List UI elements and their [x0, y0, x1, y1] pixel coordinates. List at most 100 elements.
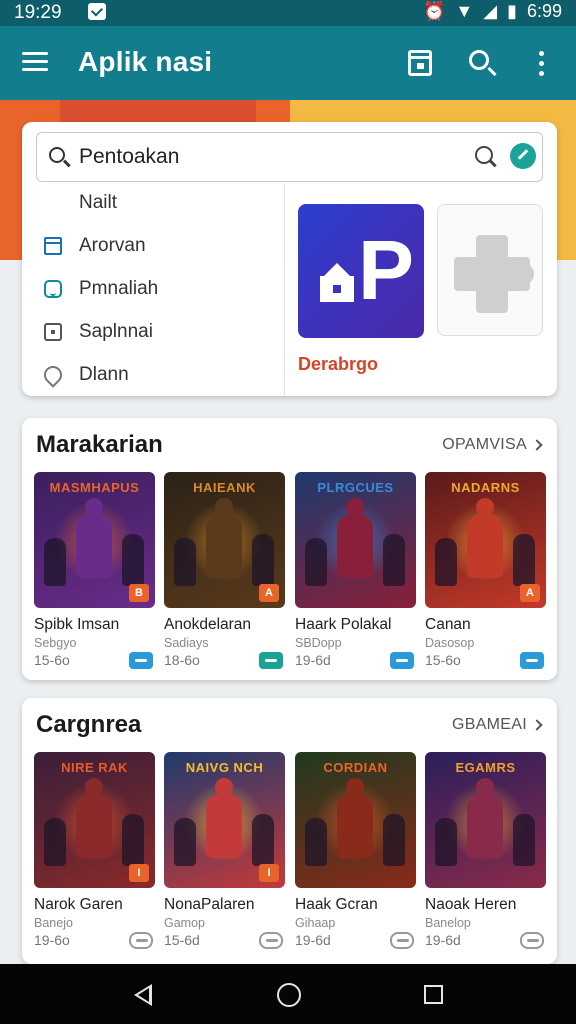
game-card[interactable]: NADARNS A Canan Dasosop 15-6o — [425, 472, 546, 670]
calendar-icon — [44, 237, 62, 255]
box-icon — [44, 323, 62, 341]
game-thumbnail[interactable]: PLRGCUES — [295, 472, 416, 608]
download-icon[interactable] — [259, 652, 283, 669]
download-icon[interactable] — [390, 652, 414, 669]
game-meta-text: 19-6d — [295, 932, 331, 948]
game-thumbnail[interactable]: EGAMRS — [425, 752, 546, 888]
game-meta-text: 19-6d — [425, 932, 461, 948]
game-name: Anokdelaran — [164, 616, 252, 633]
home-icon[interactable] — [277, 983, 301, 1007]
game-subtitle: Gamop — [164, 916, 205, 930]
rating-badge: I — [259, 864, 279, 882]
game-meta-text: 15-6o — [425, 652, 461, 668]
search-query[interactable]: Pentoakan — [79, 145, 179, 169]
enemy-figure — [513, 534, 535, 586]
suggestion-header: Nailt — [79, 192, 118, 213]
suggestion-item[interactable]: Saplnnai — [22, 315, 284, 358]
enemy-figure — [305, 538, 327, 586]
game-card[interactable]: NIRE RAK I Narok Garen Banejo 19-6o — [34, 752, 155, 950]
rating-badge: B — [129, 584, 149, 602]
enemy-figure — [435, 818, 457, 866]
featured-app-tile[interactable]: P — [298, 204, 424, 338]
location-pin-icon — [40, 362, 66, 388]
enemy-figure — [513, 814, 535, 866]
rating-badge: I — [129, 864, 149, 882]
game-thumbnail[interactable]: NAIVG NCH I — [164, 752, 285, 888]
section-title: Marakarian — [36, 431, 163, 458]
game-meta: 15-6o — [425, 652, 546, 670]
game-art-title: PLRGCUES — [317, 480, 394, 495]
section-see-all-link[interactable]: OPAMVISA — [442, 436, 543, 454]
download-icon[interactable] — [520, 652, 544, 669]
game-card[interactable]: NAIVG NCH I NonaPalaren Gamop 15-6d — [164, 752, 285, 950]
puzzle-placeholder-tile[interactable] — [437, 204, 543, 336]
hero-figure — [467, 498, 503, 578]
enemy-figure — [44, 538, 66, 586]
game-card[interactable]: EGAMRS Naoak Heren Banelop 19-6d — [425, 752, 546, 950]
download-icon[interactable] — [129, 652, 153, 669]
status-bar: 19:29 ⏰ ▼ ◢ ▮ 6:99 — [0, 0, 576, 26]
gamepad-icon[interactable] — [129, 932, 153, 949]
gamepad-icon[interactable] — [259, 932, 283, 949]
gamepad-icon[interactable] — [390, 932, 414, 949]
chevron-right-icon — [531, 719, 543, 731]
search-input[interactable]: Pentoakan — [36, 132, 543, 182]
game-name: Canan — [425, 616, 471, 633]
back-icon[interactable] — [134, 984, 152, 1006]
hamburger-menu-icon[interactable] — [22, 52, 48, 72]
voice-search-icon[interactable] — [510, 143, 536, 169]
game-card[interactable]: HAIEANK A Anokdelaran Sadiays 18-6o — [164, 472, 285, 670]
enemy-figure — [174, 538, 196, 586]
hero-figure — [337, 498, 373, 578]
section-cargnrea: Cargnrea GBAMEAI NIRE RAK I Narok Garen Ban… — [22, 698, 557, 964]
game-subtitle: Banejo — [34, 916, 73, 930]
hero-figure — [206, 498, 242, 578]
chat-icon — [44, 280, 62, 298]
app-title: Aplik nasi — [78, 46, 213, 77]
more-vert-icon[interactable] — [539, 51, 545, 77]
game-thumbnail[interactable]: HAIEANK A — [164, 472, 285, 608]
game-thumbnail[interactable]: CORDIAN — [295, 752, 416, 888]
game-thumbnail[interactable]: NIRE RAK I — [34, 752, 155, 888]
calendar-icon[interactable] — [408, 50, 432, 76]
gamepad-icon[interactable] — [520, 932, 544, 949]
game-art-title: NIRE RAK — [61, 760, 128, 775]
enemy-figure — [252, 814, 274, 866]
game-subtitle: Dasosop — [425, 636, 475, 650]
game-subtitle: Sadiays — [164, 636, 209, 650]
battery-icon: ▮ — [507, 1, 517, 21]
game-art-title: HAIEANK — [193, 480, 256, 495]
game-art-title: NAIVG NCH — [185, 760, 264, 775]
status-time: 19:29 — [14, 2, 62, 23]
house-icon — [320, 263, 354, 302]
game-name: Narok Garen — [34, 896, 123, 913]
game-subtitle: Gihaap — [295, 916, 336, 930]
suggestion-item[interactable]: Pmnaliah — [22, 272, 284, 315]
suggestion-item[interactable]: Dlann — [22, 358, 284, 401]
suggestion-item[interactable]: Arorvan — [22, 229, 284, 272]
chevron-right-icon — [531, 439, 543, 451]
search-icon[interactable] — [469, 50, 489, 70]
search-submit-icon[interactable] — [475, 146, 493, 164]
section-see-all-link[interactable]: GBAMEAI — [452, 716, 543, 734]
system-nav-bar — [0, 964, 576, 1024]
section-title: Cargnrea — [36, 711, 142, 738]
section-marakarian: Marakarian OPAMVISA MASMHAPUS B Spibk Imsa… — [22, 418, 557, 680]
game-card[interactable]: PLRGCUES Haark Polakal SBDopp 19-6d — [295, 472, 416, 670]
enemy-figure — [383, 814, 405, 866]
alarm-icon: ⏰ — [422, 1, 446, 21]
hero-figure — [467, 778, 503, 858]
game-card[interactable]: CORDIAN Haak Gcran Gihaap 19-6d — [295, 752, 416, 950]
game-meta: 15-6d — [164, 932, 285, 950]
recent-apps-icon[interactable] — [424, 985, 443, 1004]
game-name: Naoak Heren — [425, 896, 517, 913]
divider — [284, 184, 285, 396]
game-thumbnail[interactable]: MASMHAPUS B — [34, 472, 155, 608]
featured-app-label[interactable]: Derabrgo — [298, 354, 378, 375]
hero-figure — [206, 778, 242, 858]
game-thumbnail[interactable]: NADARNS A — [425, 472, 546, 608]
game-subtitle: SBDopp — [295, 636, 342, 650]
enemy-figure — [435, 538, 457, 586]
status-clock: 6:99 — [526, 1, 562, 21]
game-card[interactable]: MASMHAPUS B Spibk Imsan Sebgyo 15-6o — [34, 472, 155, 670]
